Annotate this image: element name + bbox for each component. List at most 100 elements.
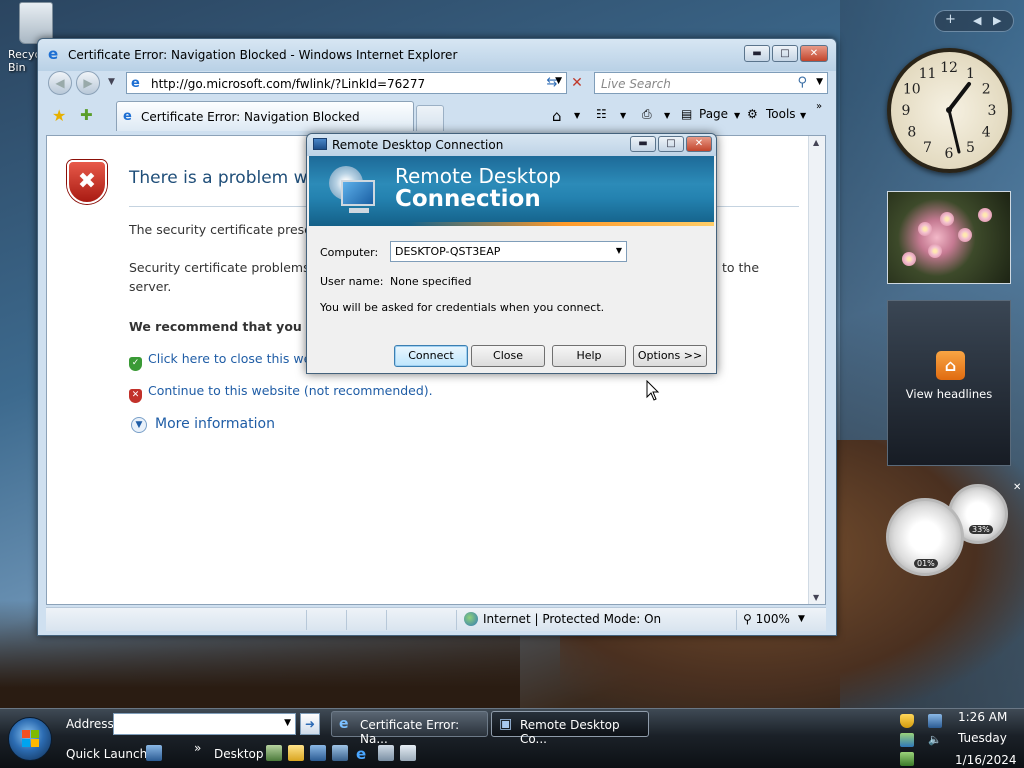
back-button[interactable]: ◀ [48, 71, 72, 95]
globe-icon [464, 612, 478, 626]
rdp-minimize-button[interactable]: ▬ [630, 136, 656, 152]
forward-button[interactable]: ▶ [76, 71, 100, 95]
close-dialog-button[interactable]: Close [471, 345, 545, 367]
rdp-banner: Remote Desktop Connection [309, 156, 714, 226]
clock-numeral: 9 [902, 103, 911, 119]
chevron-more-icon[interactable]: » [816, 101, 822, 112]
search-input[interactable]: Live Search ⚲ ▼ [594, 72, 828, 94]
search-icon[interactable]: ⚲ [797, 75, 807, 90]
expand-chevron-icon: ▼ [131, 417, 147, 433]
taskbar-button-ie[interactable]: e Certificate Error: Na... [331, 711, 488, 746]
sidebar-controls: + ◀ ▶ [934, 10, 1014, 32]
address-input[interactable]: e http://go.microsoft.com/fwlink/?LinkId… [126, 72, 567, 94]
close-button[interactable]: ✕ [800, 45, 828, 62]
recycle-bin-quick-icon[interactable] [400, 745, 416, 761]
vertical-scrollbar[interactable]: ▲ ▼ [808, 136, 825, 604]
rdp-maximize-button[interactable]: □ [658, 136, 684, 152]
home-icon[interactable]: ⌂ [552, 107, 562, 125]
page-dropdown-icon[interactable]: ▼ [734, 111, 740, 120]
stop-button[interactable]: ✕ [566, 72, 588, 94]
previous-icon[interactable]: ◀ [973, 14, 981, 27]
options-button[interactable]: Options >> [633, 345, 707, 367]
help-button[interactable]: Help [552, 345, 626, 367]
print-icon[interactable]: ⎙ [642, 107, 652, 122]
recycle-quick-icon[interactable] [266, 745, 282, 761]
gadget-close-icon[interactable]: ✕ [1013, 482, 1021, 493]
clock-numeral: 4 [982, 125, 991, 141]
error-paragraph-2-right: to the [722, 260, 760, 275]
network-tray-icon[interactable] [928, 714, 942, 728]
add-gadget-button[interactable]: + [945, 12, 956, 27]
address-toolbar-label: Address [66, 717, 114, 731]
clock-date[interactable]: 1/16/2024 [955, 753, 1017, 767]
recommendation-text: We recommend that you cl [129, 319, 318, 334]
folder-icon[interactable] [288, 745, 304, 761]
print-dropdown-icon[interactable]: ▼ [664, 111, 670, 120]
feeds-icon[interactable]: ☷ [596, 107, 607, 121]
combobox-dropdown-icon[interactable]: ▼ [616, 246, 622, 255]
favorites-star-icon[interactable]: ★ [52, 106, 66, 125]
taskbar-button-rdp[interactable]: ▣ Remote Desktop Co... [491, 711, 649, 746]
view-headlines-label[interactable]: View headlines [888, 387, 1010, 401]
start-button[interactable] [8, 717, 52, 761]
feeds-dropdown-icon[interactable]: ▼ [620, 111, 626, 120]
banner-stripe [409, 222, 714, 226]
taskbar-address-input[interactable]: ▼ [113, 713, 296, 735]
tools-menu-button[interactable]: Tools [766, 107, 796, 121]
clock-day[interactable]: Tuesday [958, 731, 1007, 745]
security-center-icon[interactable] [900, 714, 914, 728]
tools-dropdown-icon[interactable]: ▼ [800, 111, 806, 120]
maximize-button[interactable]: □ [772, 45, 798, 62]
search-dropdown-icon[interactable]: ▼ [816, 77, 823, 87]
taskbar-go-button[interactable]: ➜ [300, 713, 320, 735]
control-panel-icon[interactable] [378, 745, 394, 761]
clock-time[interactable]: 1:26 AM [958, 710, 1007, 724]
tab-certificate-error[interactable]: e Certificate Error: Navigation Blocked [116, 101, 414, 131]
add-favorites-icon[interactable]: ✚ [80, 106, 93, 124]
clock-face: 12 12 3 45678 9 1011 [902, 60, 997, 162]
more-information-link[interactable]: ▼ More information [131, 416, 275, 433]
history-dropdown-icon[interactable]: ▼ [108, 77, 115, 87]
new-tab-button[interactable] [416, 105, 444, 131]
page-menu-button[interactable]: Page [699, 107, 728, 121]
more-quick-launch-icon[interactable]: » [194, 741, 201, 755]
network-icon[interactable] [332, 745, 348, 761]
refresh-button[interactable]: ⇆ [541, 72, 563, 94]
rdp-close-button[interactable]: ✕ [686, 136, 712, 152]
zoom-dropdown-icon[interactable]: ▼ [798, 614, 805, 624]
computer-combobox[interactable]: DESKTOP-QST3EAP ▼ [390, 241, 627, 262]
windows-logo-icon [22, 730, 40, 748]
ie-window-title: Certificate Error: Navigation Blocked - … [68, 48, 458, 62]
feed-headlines-gadget[interactable]: ⌂ View headlines [887, 300, 1011, 466]
scroll-up-icon[interactable]: ▲ [813, 138, 819, 147]
shield-tray-icon[interactable] [900, 733, 914, 747]
scroll-down-icon[interactable]: ▼ [813, 593, 819, 602]
cpu-meter-gadget[interactable]: 01% [886, 498, 964, 576]
minimize-button[interactable]: ▬ [744, 45, 770, 62]
show-desktop-icon[interactable] [146, 745, 162, 761]
safely-remove-icon[interactable] [900, 752, 914, 766]
next-icon[interactable]: ▶ [993, 14, 1001, 27]
taskbar-address-dropdown-icon[interactable]: ▼ [284, 718, 291, 728]
security-zone[interactable]: Internet | Protected Mode: On [464, 612, 661, 626]
zoom-level[interactable]: ⚲ 100% [743, 612, 790, 626]
rdp-titlebar[interactable]: Remote Desktop Connection ▬ □ ✕ [307, 134, 716, 156]
continue-website-link[interactable]: ✕ Continue to this website (not recommend… [129, 383, 433, 403]
zoom-value: 100% [755, 612, 790, 626]
volume-muted-icon[interactable]: 🔈 [928, 733, 942, 747]
clock-numeral: 8 [907, 125, 916, 141]
ie-quick-launch-icon[interactable]: e [356, 745, 372, 763]
desktop-toolbar-label[interactable]: Desktop [214, 747, 264, 761]
close-webpage-link[interactable]: ✓ Click here to close this we [129, 351, 311, 371]
quick-launch-label: Quick Launch [66, 747, 148, 761]
ie-titlebar[interactable]: e Certificate Error: Navigation Blocked … [38, 39, 836, 71]
error-paragraph-2-line2: server. [129, 279, 172, 294]
slideshow-gadget[interactable] [887, 191, 1011, 284]
clock-numeral: 10 [903, 82, 921, 98]
clock-numeral: 2 [982, 82, 991, 98]
connect-button[interactable]: Connect [394, 345, 468, 367]
home-dropdown-icon[interactable]: ▼ [574, 111, 580, 120]
clock-gadget[interactable]: 12 1 2 3 4 5 6 7 8 9 10 11 [887, 48, 1012, 173]
close-webpage-label: Click here to close this we [148, 351, 312, 366]
computer-icon[interactable] [310, 745, 326, 761]
